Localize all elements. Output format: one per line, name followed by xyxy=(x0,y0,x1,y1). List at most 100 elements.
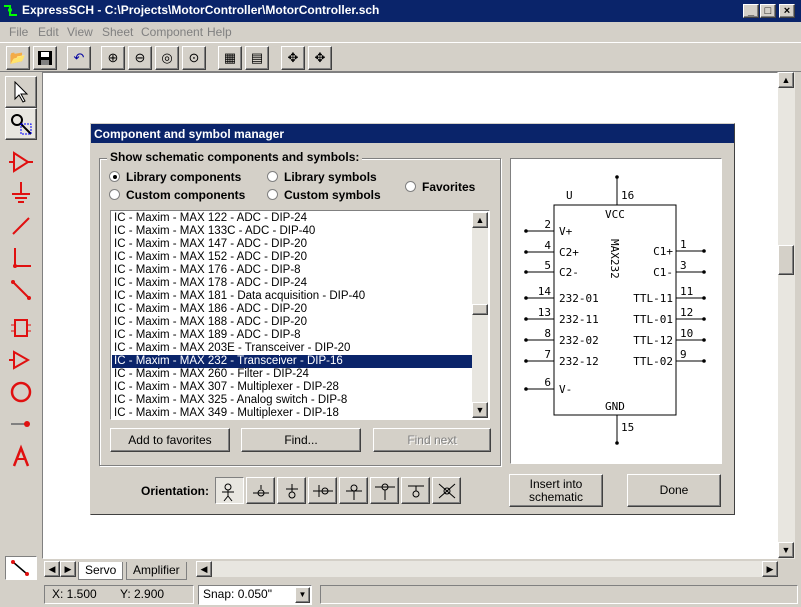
mirror-180-icon[interactable] xyxy=(401,477,430,504)
pin-icon[interactable] xyxy=(5,408,37,440)
bus-icon[interactable] xyxy=(5,242,37,274)
diagonal-wire-icon[interactable] xyxy=(5,274,37,306)
radio-favorites[interactable]: Favorites xyxy=(405,180,475,194)
list-scrollbar[interactable]: ▲ ▼ xyxy=(472,212,488,418)
list-item[interactable]: IC - Maxim - MAX 260 - Filter - DIP-24 xyxy=(112,368,473,381)
snap-label: Snap: 0.050" xyxy=(203,587,272,601)
symbol-icon[interactable] xyxy=(5,344,37,376)
scroll-right-icon[interactable]: ▶ xyxy=(762,561,778,577)
list-item[interactable]: IC - Maxim - MAX 186 - ADC - DIP-20 xyxy=(112,303,473,316)
vertical-scrollbar[interactable]: ▲ ▼ xyxy=(778,72,795,559)
list-item[interactable]: IC - Maxim - MAX 188 - ADC - DIP-20 xyxy=(112,316,473,329)
scroll-thumb[interactable] xyxy=(778,245,794,275)
menu-view[interactable]: View xyxy=(67,25,93,39)
connection-mode-icon[interactable] xyxy=(5,556,37,580)
pin-number: 12 xyxy=(680,306,693,319)
scroll-up-icon[interactable]: ▲ xyxy=(778,72,794,88)
select-arrow-icon[interactable] xyxy=(5,76,37,108)
mirror-0-icon[interactable] xyxy=(339,477,368,504)
app-icon xyxy=(3,3,18,18)
insert-label-line-2: schematic xyxy=(528,490,584,504)
insert-into-schematic-button[interactable]: Insert into schematic xyxy=(509,474,603,507)
radio-custom-symbols[interactable]: Custom symbols xyxy=(267,188,381,202)
open-icon[interactable]: 📂 xyxy=(6,46,30,70)
list-item[interactable]: IC - Maxim - MAX 152 - ADC - DIP-20 xyxy=(112,251,473,264)
pin-end xyxy=(702,317,706,321)
orient-90-icon[interactable] xyxy=(246,477,275,504)
mirror-270-icon[interactable] xyxy=(432,477,461,504)
pin-label: 232-11 xyxy=(559,313,599,326)
scroll-down-icon[interactable]: ▼ xyxy=(778,542,794,558)
list-item[interactable]: IC - Maxim - MAX 178 - ADC - DIP-24 xyxy=(112,277,473,290)
pin-end xyxy=(702,270,706,274)
rectangle-icon[interactable] xyxy=(5,312,37,344)
text-icon[interactable] xyxy=(5,440,37,472)
properties-icon[interactable]: ▦ xyxy=(218,46,242,70)
list-scroll-down-icon[interactable]: ▼ xyxy=(472,402,488,418)
list-item[interactable]: IC - Maxim - MAX 189 - ADC - DIP-8 xyxy=(112,329,473,342)
pin-number: 14 xyxy=(538,285,552,298)
list-scroll-up-icon[interactable]: ▲ xyxy=(472,212,488,228)
add-favorites-button[interactable]: Add to favorites xyxy=(110,428,230,452)
pin-number: 10 xyxy=(680,327,693,340)
pin-number: 5 xyxy=(544,259,551,272)
title-bar[interactable]: ExpressSCH - C:\Projects\MotorController… xyxy=(0,0,801,22)
orient-0-icon[interactable] xyxy=(215,477,244,504)
snap-dropdown-icon[interactable]: ▼ xyxy=(295,587,310,603)
radio-library-symbols[interactable]: Library symbols xyxy=(267,170,377,184)
list-item[interactable]: IC - Maxim - MAX 232 - Transceiver - DIP… xyxy=(112,355,473,368)
list-item[interactable]: IC - Maxim - MAX 307 - Multiplexer - DIP… xyxy=(112,381,473,394)
menu-component[interactable]: Component xyxy=(141,25,203,39)
tab-amplifier[interactable]: Amplifier xyxy=(126,562,187,580)
component-list[interactable]: IC - Maxim - MAX 122 - ADC - DIP-24 IC - … xyxy=(110,210,490,420)
tab-prev-icon[interactable]: ◀ xyxy=(44,561,60,577)
radio-custom-components[interactable]: Custom components xyxy=(109,188,245,202)
list-item[interactable]: IC - Maxim - MAX 349 - Multiplexer - DIP… xyxy=(112,407,473,420)
zoom-out-icon[interactable]: ⊖ xyxy=(128,46,152,70)
menu-help[interactable]: Help xyxy=(207,25,232,39)
list-item[interactable]: IC - Maxim - MAX 133C - ADC - DIP-40 xyxy=(112,225,473,238)
pin-end xyxy=(524,387,528,391)
component-manager-icon[interactable]: ▤ xyxy=(245,46,269,70)
done-button[interactable]: Done xyxy=(627,474,721,507)
circle-icon[interactable] xyxy=(5,376,37,408)
horizontal-scrollbar[interactable]: ◀ ▶ xyxy=(196,561,778,577)
list-item[interactable]: IC - Maxim - MAX 325 - Analog switch - D… xyxy=(112,394,473,407)
list-item[interactable]: IC - Maxim - MAX 181 - Data acquisition … xyxy=(112,290,473,303)
radio-library-components[interactable]: Library components xyxy=(109,170,241,184)
find-next-button[interactable]: Find next xyxy=(373,428,491,452)
mirror-90-icon[interactable] xyxy=(370,477,399,504)
list-item[interactable]: IC - Maxim - MAX 147 - ADC - DIP-20 xyxy=(112,238,473,251)
save-icon[interactable] xyxy=(33,46,57,70)
move-icon[interactable]: ✥ xyxy=(281,46,305,70)
orient-270-icon[interactable] xyxy=(308,477,337,504)
component-search-icon[interactable] xyxy=(5,108,37,140)
tab-servo[interactable]: Servo xyxy=(78,562,124,580)
component-icon[interactable] xyxy=(5,146,37,178)
menu-edit[interactable]: Edit xyxy=(38,25,59,39)
zoom-in-icon[interactable]: ⊕ xyxy=(101,46,125,70)
maximize-button[interactable]: □ xyxy=(760,4,776,18)
list-item[interactable]: IC - Maxim - MAX 176 - ADC - DIP-8 xyxy=(112,264,473,277)
list-scroll-thumb[interactable] xyxy=(472,304,488,315)
list-item[interactable]: IC - Maxim - MAX 122 - ADC - DIP-24 xyxy=(112,212,473,225)
list-item[interactable]: IC - Maxim - MAX 203E - Transceiver - DI… xyxy=(112,342,473,355)
wire-icon[interactable] xyxy=(5,210,37,242)
undo-icon[interactable]: ↶ xyxy=(67,46,91,70)
scroll-left-icon[interactable]: ◀ xyxy=(196,561,212,577)
pin-end xyxy=(524,338,528,342)
menu-file[interactable]: File xyxy=(9,25,28,39)
find-button[interactable]: Find... xyxy=(241,428,361,452)
zoom-fit-icon[interactable]: ◎ xyxy=(155,46,179,70)
orient-180-icon[interactable] xyxy=(277,477,306,504)
minimize-button[interactable]: _ xyxy=(743,4,759,18)
drag-icon[interactable]: ✥ xyxy=(308,46,332,70)
ground-icon[interactable] xyxy=(5,178,37,210)
zoom-page-icon[interactable]: ⊙ xyxy=(182,46,206,70)
orientation-label: Orientation: xyxy=(141,484,209,498)
pin-end xyxy=(702,249,706,253)
ref-designator: U xyxy=(566,189,573,202)
tab-next-icon[interactable]: ▶ xyxy=(60,561,76,577)
menu-sheet[interactable]: Sheet xyxy=(102,25,133,39)
close-button[interactable]: × xyxy=(779,4,795,18)
